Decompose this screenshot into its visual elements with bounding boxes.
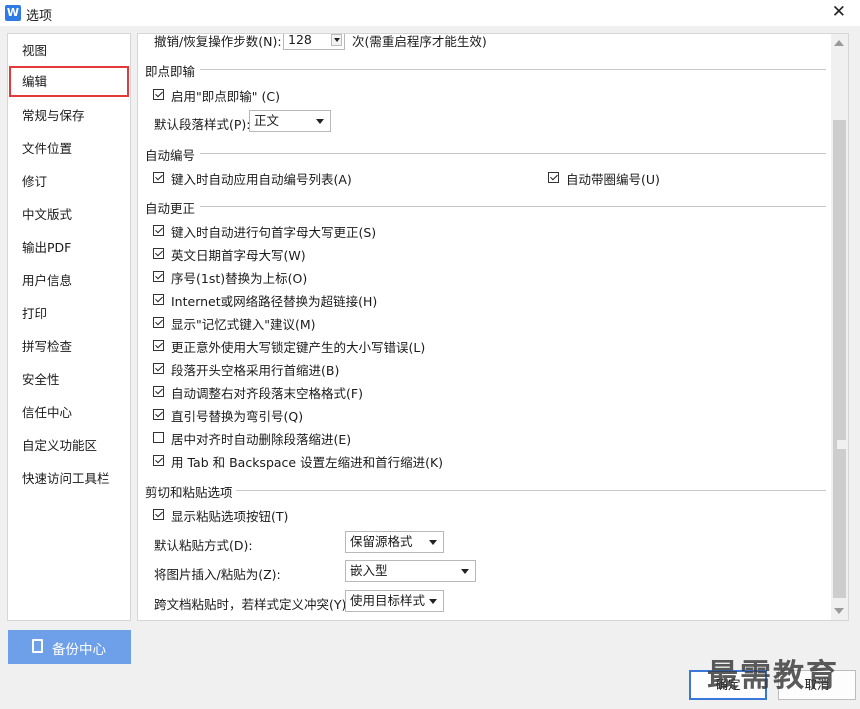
title-bar: W 选项 ✕ — [0, 0, 860, 26]
sidebar-item-view[interactable]: 视图 — [9, 35, 129, 66]
sidebar-item-file-location[interactable]: 文件位置 — [9, 133, 129, 164]
options-sidebar: 视图 编辑 常规与保存 文件位置 修订 中文版式 输出PDF 用户信息 打印 拼… — [7, 33, 131, 621]
autocorrect-checkbox[interactable] — [153, 248, 164, 259]
autocorrect-checkbox[interactable] — [153, 432, 164, 443]
sidebar-item-chinese-layout[interactable]: 中文版式 — [9, 199, 129, 230]
undo-steps-note: 次(需重启程序才能生效) — [352, 34, 487, 49]
scroll-down-arrow-icon[interactable] — [834, 608, 844, 614]
sidebar-item-general-save[interactable]: 常规与保存 — [9, 100, 129, 131]
show-paste-options-label: 显示粘贴选项按钮(T) — [171, 509, 289, 524]
image-paste-select[interactable]: 嵌入型 — [345, 560, 476, 582]
sidebar-item-spell-check[interactable]: 拼写检查 — [9, 331, 129, 362]
autocorrect-option-label: 键入时自动进行句首字母大写更正(S) — [171, 225, 377, 240]
default-paragraph-style-value: 正文 — [254, 113, 280, 128]
cross-doc-paste-value: 使用目标样式 — [350, 593, 426, 608]
enable-instant-input-label: 启用"即点即输" (C) — [171, 89, 280, 104]
backup-center-button[interactable]: 备份中心 — [8, 630, 131, 664]
default-paste-select[interactable]: 保留源格式 — [345, 531, 444, 553]
wps-app-icon: W — [5, 5, 21, 21]
instant-input-section-title: 即点即输 — [145, 64, 196, 79]
sidebar-item-revision[interactable]: 修订 — [9, 166, 129, 197]
autocorrect-section-title: 自动更正 — [145, 201, 196, 216]
sidebar-item-trust-center[interactable]: 信任中心 — [9, 397, 129, 428]
autocorrect-checkbox[interactable] — [153, 386, 164, 397]
auto-number-section-title: 自动编号 — [145, 148, 196, 163]
close-icon[interactable]: ✕ — [832, 2, 846, 22]
scroll-up-arrow-icon[interactable] — [834, 40, 844, 46]
autocorrect-checkbox[interactable] — [153, 225, 164, 236]
auto-number-list-checkbox[interactable] — [153, 172, 164, 183]
autocorrect-checkbox[interactable] — [153, 363, 164, 374]
edit-options-panel: 撤销/恢复操作步数(N): 128 次(需重启程序才能生效) 即点即输 启用"即… — [137, 33, 849, 621]
paste-section-title: 剪切和粘贴选项 — [145, 485, 233, 500]
autocorrect-option-label: 居中对齐时自动删除段落缩进(E) — [171, 432, 352, 447]
default-paste-value: 保留源格式 — [350, 534, 413, 549]
autocorrect-checkbox[interactable] — [153, 271, 164, 282]
auto-circle-number-label: 自动带圈编号(U) — [566, 172, 660, 187]
autocorrect-option-label: 显示"记忆式键入"建议(M) — [171, 317, 316, 332]
chevron-down-icon — [461, 569, 469, 574]
watermark: 最需教育 — [707, 658, 839, 694]
autocorrect-option-label: 英文日期首字母大写(W) — [171, 248, 306, 263]
autocorrect-option-label: 更正意外使用大写锁定键产生的大小写错误(L) — [171, 340, 426, 355]
default-paragraph-style-select[interactable]: 正文 — [249, 110, 331, 132]
default-paste-label: 默认粘贴方式(D): — [154, 538, 253, 553]
window-title: 选项 — [26, 9, 53, 24]
content-scrollbar[interactable] — [831, 34, 848, 620]
show-paste-options-checkbox[interactable] — [153, 509, 164, 520]
sidebar-item-edit[interactable]: 编辑 — [9, 66, 129, 97]
autocorrect-checkbox[interactable] — [153, 455, 164, 466]
section-divider — [200, 206, 826, 207]
undo-steps-spinner[interactable]: 128 — [283, 33, 345, 50]
backup-center-label: 备份中心 — [52, 642, 106, 658]
autocorrect-option-label: 直引号替换为弯引号(Q) — [171, 409, 304, 424]
sidebar-item-export-pdf[interactable]: 输出PDF — [9, 232, 129, 263]
autocorrect-option-label: 段落开头空格采用行首缩进(B) — [171, 363, 340, 378]
sidebar-item-user-info[interactable]: 用户信息 — [9, 265, 129, 296]
cross-doc-paste-label: 跨文档粘贴时，若样式定义冲突(Y): — [154, 597, 351, 612]
autocorrect-option-label: 序号(1st)替换为上标(O) — [171, 271, 308, 286]
section-divider — [200, 153, 826, 154]
backup-icon — [32, 639, 43, 653]
sidebar-item-print[interactable]: 打印 — [9, 298, 129, 329]
auto-number-list-label: 键入时自动应用自动编号列表(A) — [171, 172, 352, 187]
autocorrect-checkbox[interactable] — [153, 294, 164, 305]
sidebar-item-quick-access-toolbar[interactable]: 快速访问工具栏 — [9, 463, 129, 494]
chevron-down-icon — [316, 119, 324, 124]
scrollbar-thumb[interactable] — [833, 120, 846, 598]
sidebar-item-security[interactable]: 安全性 — [9, 364, 129, 395]
enable-instant-input-checkbox[interactable] — [153, 89, 164, 100]
autocorrect-option-label: 自动调整右对齐段落末空格格式(F) — [171, 386, 363, 401]
autocorrect-option-label: 用 Tab 和 Backspace 设置左缩进和首行缩进(K) — [171, 455, 444, 470]
chevron-down-icon — [429, 540, 437, 545]
cross-doc-paste-select[interactable]: 使用目标样式 — [345, 590, 444, 612]
undo-steps-value: 128 — [288, 33, 312, 47]
default-paragraph-style-label: 默认段落样式(P): — [154, 117, 251, 132]
autocorrect-option-label: Internet或网络路径替换为超链接(H) — [171, 294, 378, 309]
section-divider — [200, 69, 826, 70]
autocorrect-checkbox[interactable] — [153, 409, 164, 420]
auto-circle-number-checkbox[interactable] — [548, 172, 559, 183]
autocorrect-checkbox[interactable] — [153, 317, 164, 328]
image-paste-value: 嵌入型 — [350, 563, 388, 578]
sidebar-item-customize-ribbon[interactable]: 自定义功能区 — [9, 430, 129, 461]
autocorrect-checkbox[interactable] — [153, 340, 164, 351]
chevron-down-icon — [429, 599, 437, 604]
section-divider — [236, 490, 826, 491]
spinner-arrow-icon[interactable] — [331, 34, 342, 46]
undo-steps-label: 撤销/恢复操作步数(N): — [154, 34, 282, 49]
image-paste-label: 将图片插入/粘贴为(Z): — [154, 567, 281, 582]
scroll-grip-icon — [837, 440, 846, 449]
